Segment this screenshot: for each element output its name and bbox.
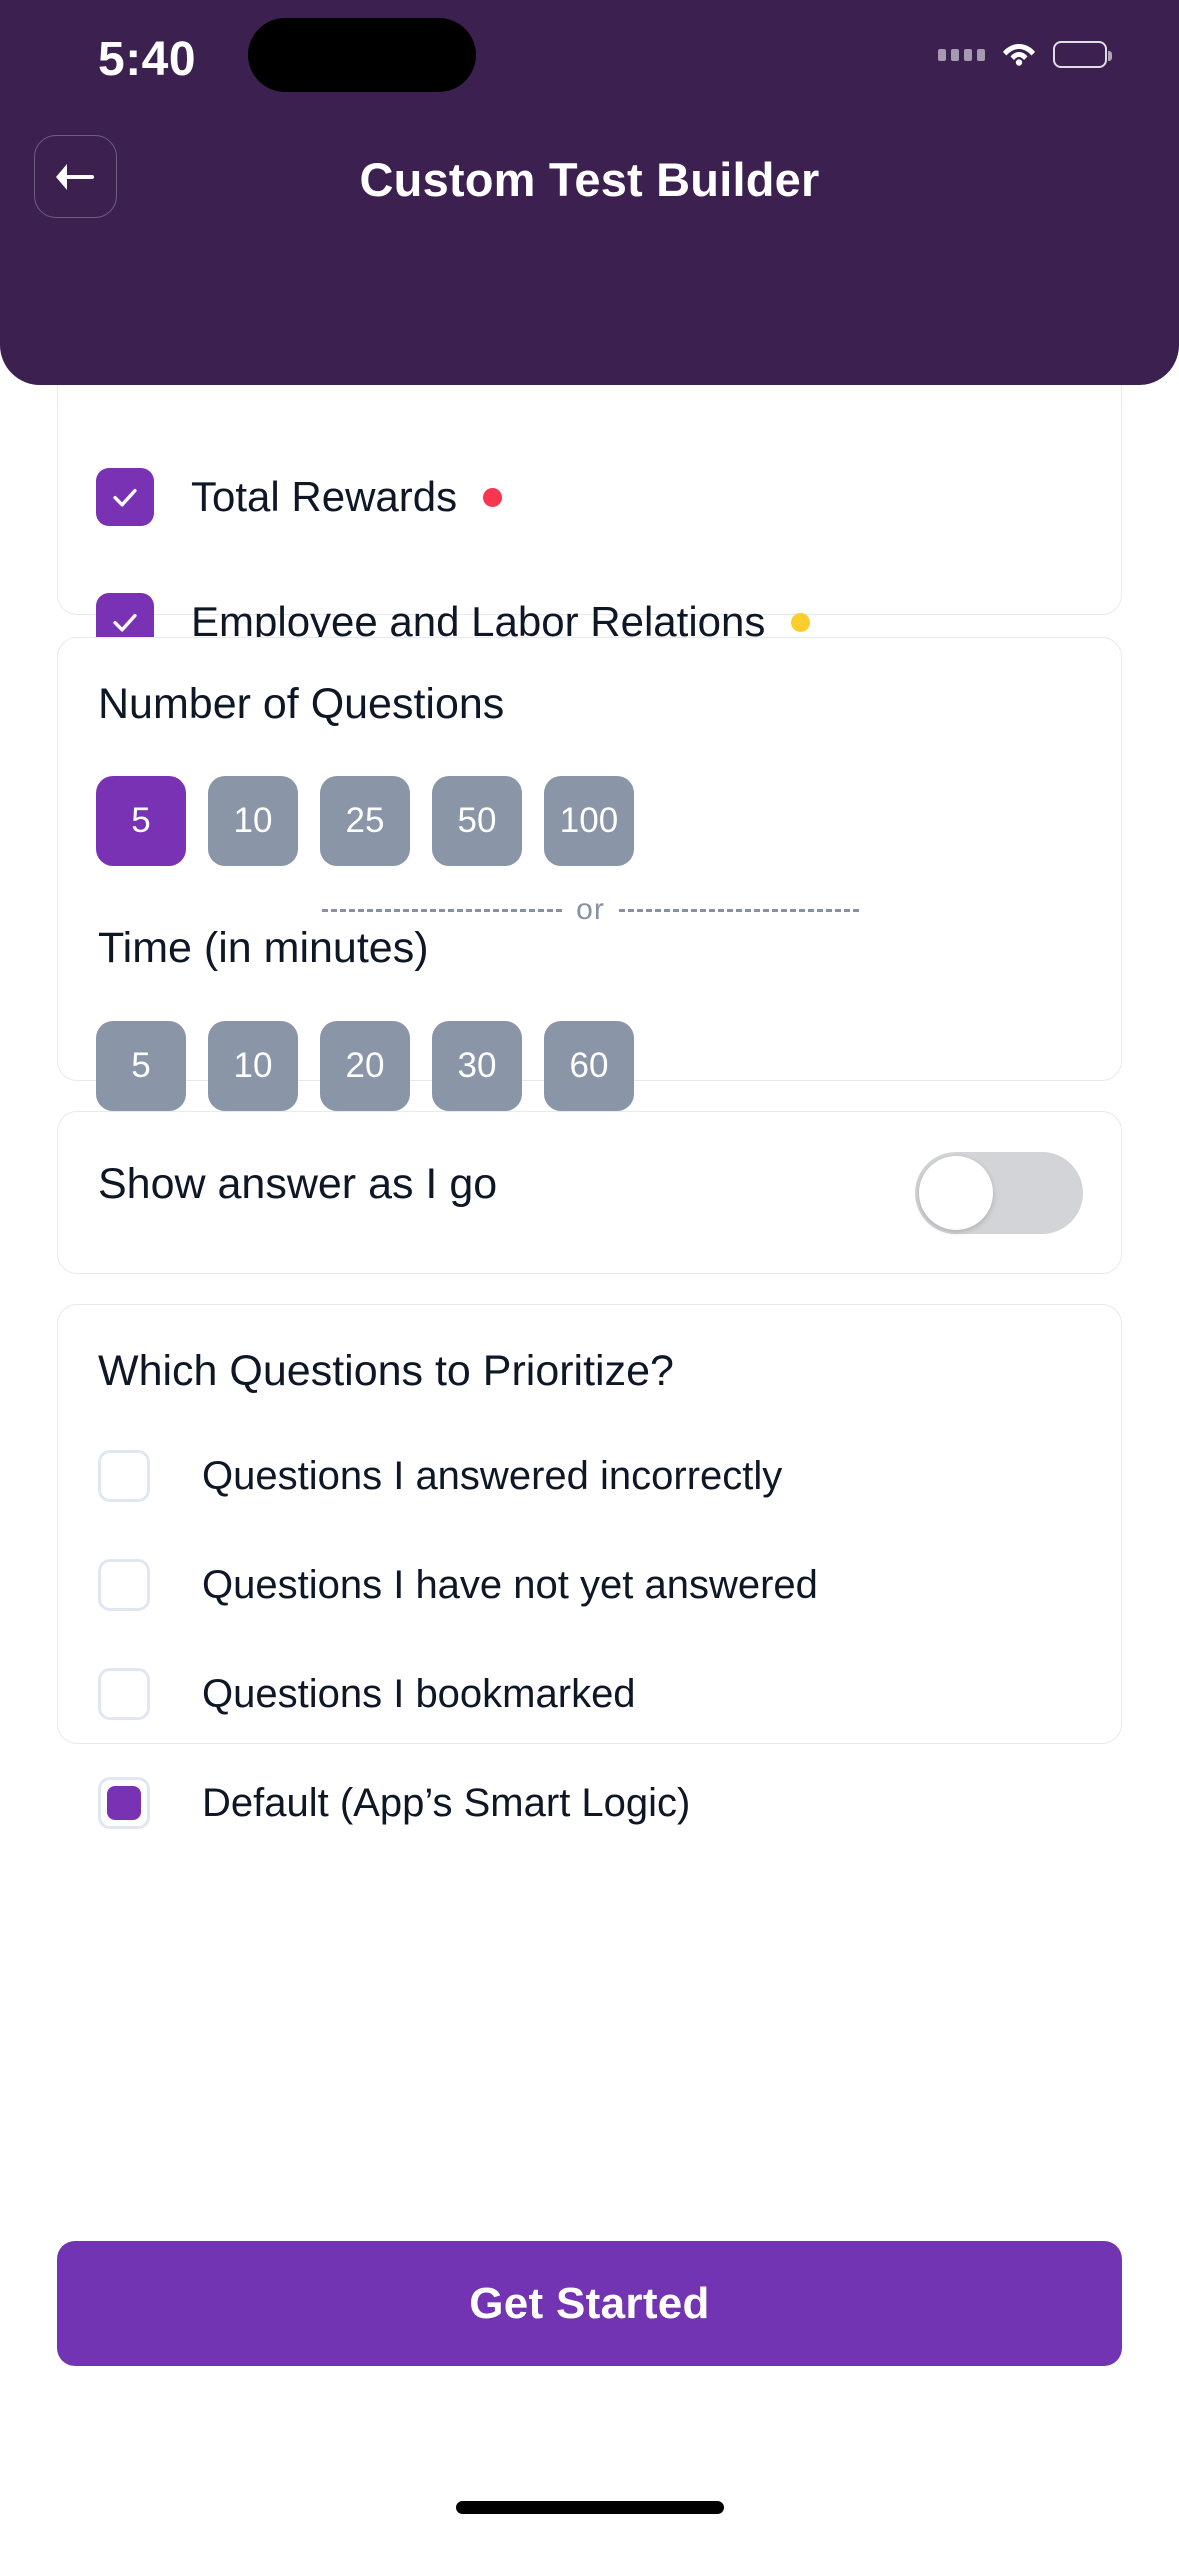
battery-full-icon xyxy=(1053,41,1112,68)
time-option-10[interactable]: 10 xyxy=(208,1021,298,1111)
prioritize-card: Which Questions to Prioritize? Questions… xyxy=(57,1304,1122,1829)
show-answer-toggle[interactable] xyxy=(915,1152,1083,1234)
subjects-card: Total Rewards Employee and Labor Relatio… xyxy=(57,385,1122,651)
app-screen: 5:40 Custom Test Builder Total Rewards E… xyxy=(0,0,1179,2556)
subject-row-total-rewards[interactable]: Total Rewards xyxy=(96,468,503,526)
checkbox-selected-icon[interactable] xyxy=(98,1777,150,1829)
priority-label: Default (App’s Smart Logic) xyxy=(202,1780,691,1825)
prioritize-title: Which Questions to Prioritize? xyxy=(98,1347,674,1395)
question-count-option-5[interactable]: 5 xyxy=(96,776,186,866)
status-dot xyxy=(483,487,503,507)
priority-row-2[interactable]: Questions I have not yet answered xyxy=(98,1559,818,1611)
priority-label: Questions I have not yet answered xyxy=(202,1562,818,1607)
get-started-button[interactable]: Get Started xyxy=(57,2241,1122,2366)
question-count-card: Number of Questions 5 10 25 50 100 or Time (… xyxy=(57,637,1123,1111)
checkbox-unchecked-icon[interactable] xyxy=(98,1450,150,1502)
time-option-20[interactable]: 20 xyxy=(320,1021,410,1111)
divider-dash-right xyxy=(618,908,859,912)
checkbox-inner-fill xyxy=(107,1786,141,1820)
wifi-icon xyxy=(1001,38,1037,71)
time-in-minutes-title: Time (in minutes) xyxy=(98,924,429,972)
show-answer-card: Show answer as I go xyxy=(57,1111,1122,1274)
priority-row-4[interactable]: Default (App’s Smart Logic) xyxy=(98,1777,690,1829)
subject-label: Total Rewards xyxy=(191,473,458,520)
question-count-option-50[interactable]: 50 xyxy=(432,776,522,866)
toggle-knob xyxy=(919,1156,993,1230)
question-count-option-25[interactable]: 25 xyxy=(320,776,410,866)
checkbox-unchecked-icon[interactable] xyxy=(98,1668,150,1720)
dynamic-island xyxy=(248,18,476,92)
number-of-questions-options[interactable]: 5 10 25 50 100 xyxy=(96,776,634,866)
time-options[interactable]: 5 10 20 30 60 xyxy=(96,1021,634,1111)
divider-dash-left xyxy=(322,908,563,912)
scroll-content[interactable]: Total Rewards Employee and Labor Relatio… xyxy=(0,385,1179,2195)
time-option-5[interactable]: 5 xyxy=(96,1021,186,1111)
cellular-signal-icon xyxy=(938,48,985,61)
status-bar: 5:40 xyxy=(0,0,1179,150)
checkbox-checked-icon[interactable] xyxy=(96,468,154,526)
or-divider: or xyxy=(58,893,1123,927)
app-header: 5:40 Custom Test Builder xyxy=(0,0,1179,385)
status-dot xyxy=(791,612,811,632)
question-count-option-10[interactable]: 10 xyxy=(208,776,298,866)
priority-row-3[interactable]: Questions I bookmarked xyxy=(98,1668,636,1720)
time-option-60[interactable]: 60 xyxy=(544,1021,634,1111)
divider-label: or xyxy=(576,893,605,926)
checkbox-unchecked-icon[interactable] xyxy=(98,1559,150,1611)
number-of-questions-title: Number of Questions xyxy=(98,680,505,728)
show-answer-label: Show answer as I go xyxy=(98,1160,498,1208)
question-count-option-100[interactable]: 100 xyxy=(544,776,634,866)
priority-label: Questions I answered incorrectly xyxy=(202,1453,783,1498)
page-title: Custom Test Builder xyxy=(359,153,820,206)
home-indicator[interactable] xyxy=(455,2501,724,2514)
priority-label: Questions I bookmarked xyxy=(202,1671,636,1716)
status-bar-indicators xyxy=(938,38,1112,71)
bottom-bar: Get Started xyxy=(0,2196,1179,2556)
priority-row-1[interactable]: Questions I answered incorrectly xyxy=(98,1450,782,1502)
time-option-30[interactable]: 30 xyxy=(432,1021,522,1111)
